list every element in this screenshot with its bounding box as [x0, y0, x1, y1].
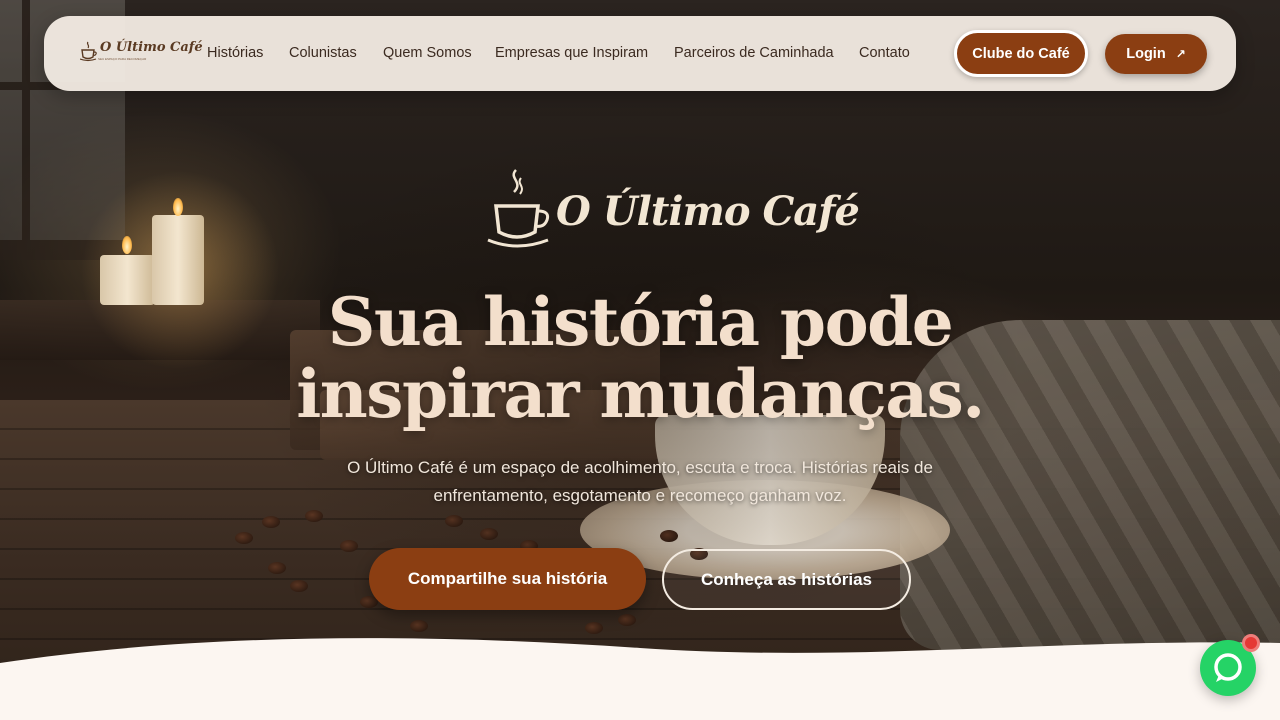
brand-logo-text: O Último Café — [100, 40, 203, 55]
arrow-up-right-icon: ↗ — [1175, 47, 1186, 61]
hero-subtitle: O Último Café é um espaço de acolhimento… — [347, 458, 933, 505]
login-button[interactable]: Login ↗ — [1105, 34, 1207, 74]
club-button[interactable]: Clube do Café — [954, 30, 1088, 77]
top-navbar: O Último Café SEU ESPAÇO PARA RECOMEÇAR … — [44, 16, 1236, 91]
hero-logo-text: O Último Café — [556, 188, 860, 235]
hero-headline-line1: Sua história pode — [327, 283, 954, 361]
chat-notification-badge — [1242, 634, 1260, 652]
nav-link-empresas[interactable]: Empresas que Inspiram — [495, 45, 648, 61]
nav-link-quem-somos[interactable]: Quem Somos — [383, 45, 472, 61]
nav-link-contato[interactable]: Contato — [859, 45, 910, 61]
login-button-label: Login — [1126, 46, 1166, 62]
coffee-cup-icon — [80, 41, 97, 62]
hero-wave-divider — [0, 638, 1280, 720]
nav-link-historias[interactable]: Histórias — [207, 45, 263, 61]
share-story-button[interactable]: Compartilhe sua história — [369, 548, 646, 610]
coffee-cup-icon — [487, 169, 550, 248]
hero-headline: Sua história pode inspirar mudanças. — [240, 286, 1040, 430]
view-stories-button[interactable]: Conheça as histórias — [662, 549, 911, 610]
nav-link-parceiros[interactable]: Parceiros de Caminhada — [674, 45, 834, 61]
nav-link-colunistas[interactable]: Colunistas — [289, 45, 357, 61]
hero-logo: O Último Café — [486, 166, 860, 256]
brand-logo-tagline: SEU ESPAÇO PARA RECOMEÇAR — [98, 58, 147, 61]
hero-headline-line2: inspirar mudanças. — [296, 355, 985, 433]
brand-logo[interactable]: O Último Café SEU ESPAÇO PARA RECOMEÇAR — [80, 38, 203, 68]
chat-bubble-icon — [1214, 653, 1242, 682]
